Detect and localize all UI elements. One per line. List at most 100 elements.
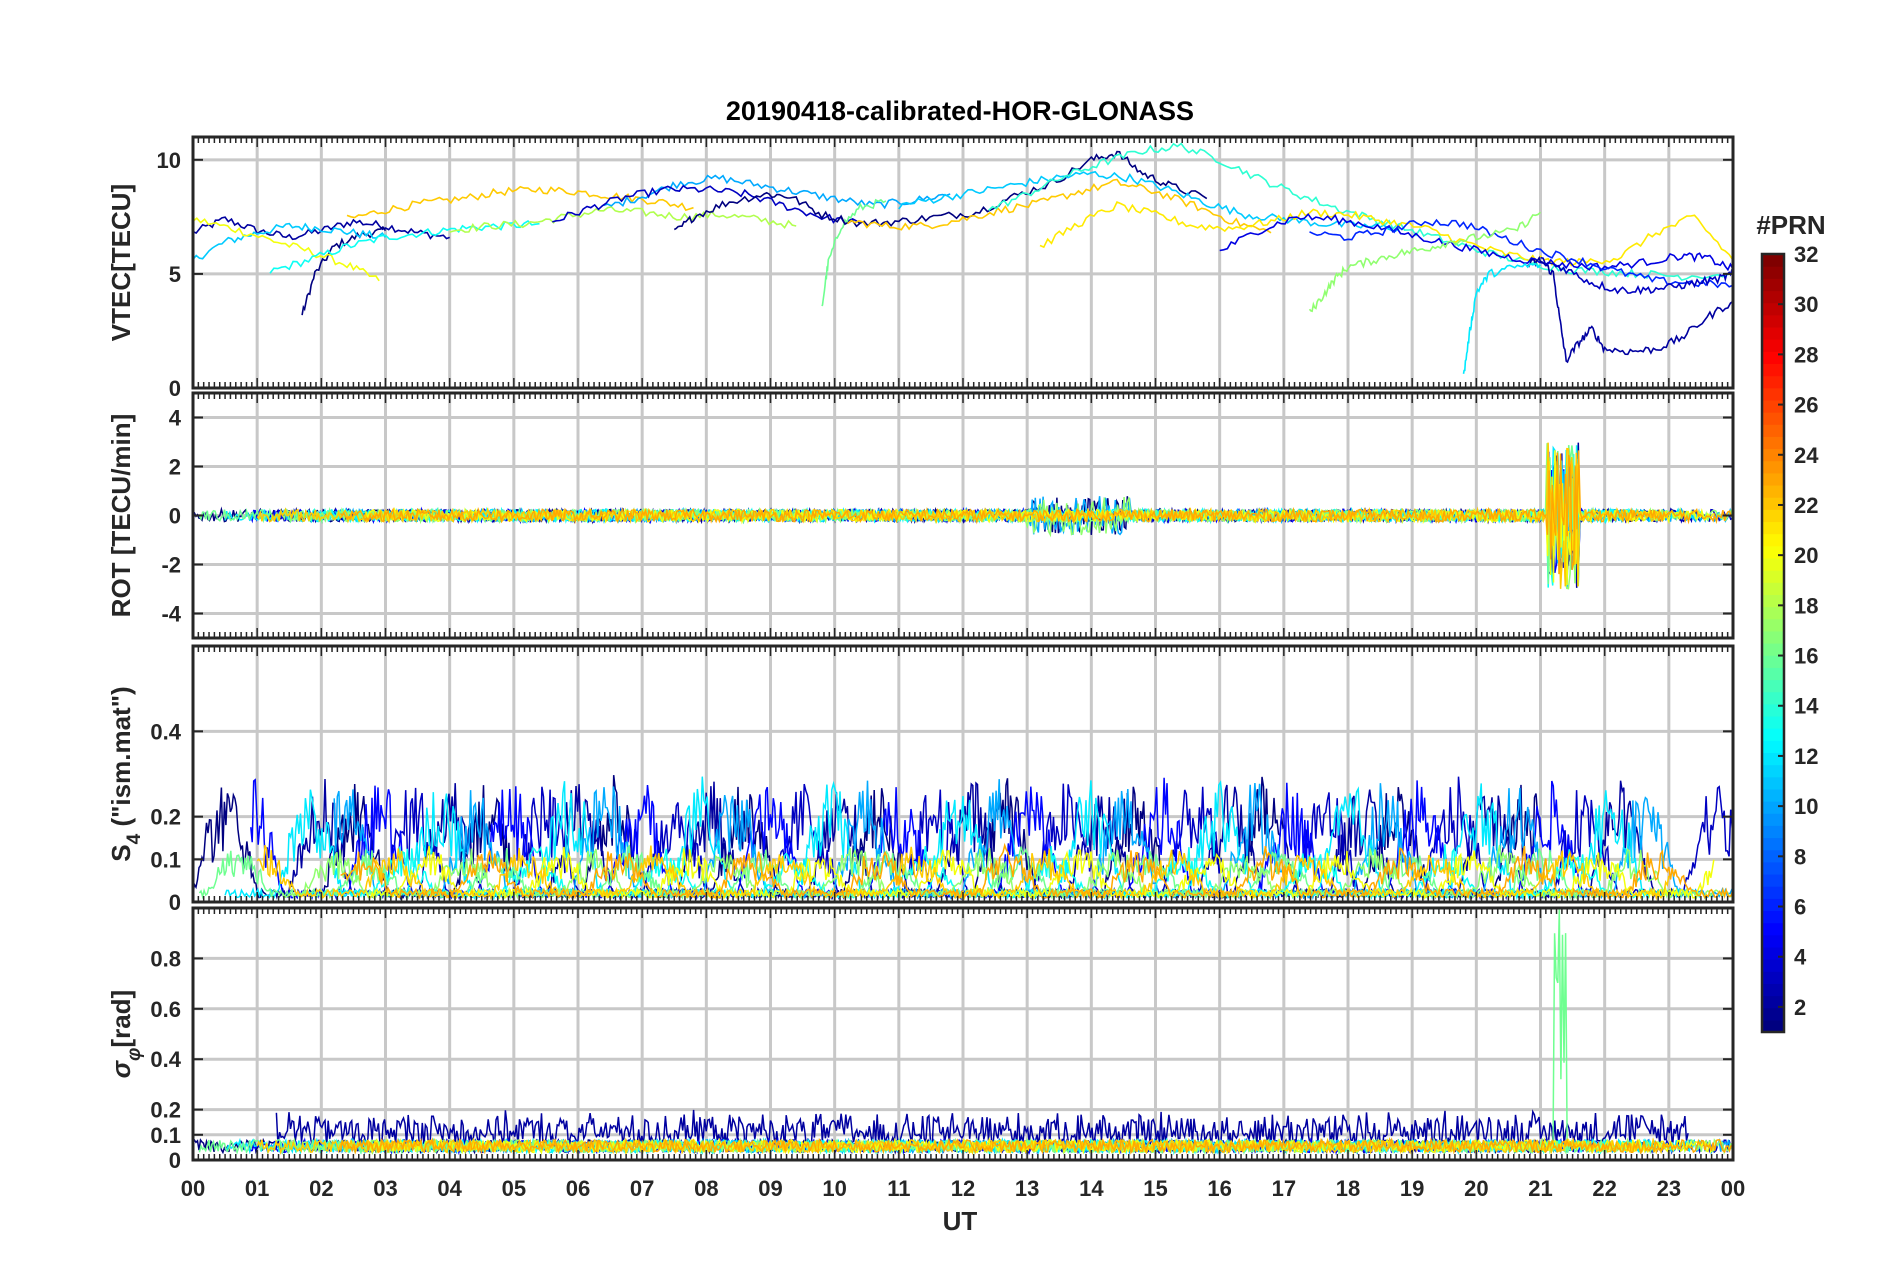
colorbar-segment	[1762, 399, 1784, 413]
colorbar-tick-label: 6	[1794, 895, 1806, 920]
colorbar-segment	[1762, 314, 1784, 328]
colorbar-segment	[1762, 825, 1784, 839]
colorbar-segment	[1762, 339, 1784, 352]
colorbar-segment	[1762, 484, 1784, 498]
colorbar-segment	[1762, 460, 1784, 474]
x-tick-label: 11	[887, 1176, 910, 1201]
y-axis-label-main: σ	[106, 1059, 136, 1078]
y-tick-label: 0	[169, 504, 181, 529]
colorbar-segment	[1762, 375, 1784, 389]
colorbar-segment	[1762, 278, 1784, 292]
colorbar-segment	[1762, 922, 1784, 936]
colorbar-segment	[1762, 667, 1784, 681]
y-tick-label: 0.4	[150, 719, 181, 744]
y-tick-label: 0	[169, 890, 181, 915]
colorbar-segment	[1762, 788, 1784, 802]
colorbar-segment	[1762, 557, 1784, 571]
colorbar-segment	[1762, 861, 1784, 875]
y-tick-label: -4	[161, 602, 181, 627]
y-axis-label-rest: [rad]	[106, 990, 136, 1048]
x-tick-label: 09	[758, 1176, 782, 1201]
y-axis-label-sub: φ	[124, 1048, 145, 1061]
y-tick-label: 10	[157, 148, 181, 173]
colorbar-segment	[1762, 363, 1784, 377]
colorbar-tick-label: 24	[1794, 443, 1819, 468]
colorbar-segment	[1762, 691, 1784, 705]
x-tick-label: 04	[437, 1176, 462, 1201]
chart-title: 20190418-calibrated-HOR-GLONASS	[726, 96, 1194, 126]
y-axis-label-main: S	[106, 844, 136, 861]
colorbar-segment	[1762, 424, 1784, 437]
colorbar-tick-label: 4	[1794, 945, 1807, 970]
y-tick-label: 0.1	[150, 1123, 181, 1148]
y-tick-label: 0.1	[150, 847, 181, 872]
colorbar-segment	[1762, 959, 1784, 972]
colorbar-segment	[1762, 740, 1784, 754]
colorbar-segment	[1762, 776, 1784, 790]
colorbar-tick-label: 30	[1794, 292, 1818, 317]
colorbar-tick-label: 18	[1794, 593, 1818, 618]
y-tick-label: 0	[169, 1148, 181, 1173]
y-tick-label: -2	[161, 553, 181, 578]
x-tick-label: 13	[1015, 1176, 1039, 1201]
colorbar-tick-label: 10	[1794, 794, 1818, 819]
colorbar-segment	[1762, 1019, 1784, 1033]
x-tick-label: 02	[309, 1176, 333, 1201]
colorbar-segment	[1762, 910, 1784, 924]
colorbar-segment	[1762, 630, 1784, 644]
colorbar-segment	[1762, 326, 1784, 340]
colorbar-segment	[1762, 801, 1784, 814]
x-tick-label: 12	[951, 1176, 975, 1201]
y-tick-label: 0.2	[150, 805, 181, 830]
y-tick-label: 0	[169, 376, 181, 401]
colorbar-tick-label: 16	[1794, 644, 1818, 669]
y-axis-label-sub: 4	[124, 833, 145, 844]
colorbar-title: #PRN	[1756, 210, 1825, 240]
colorbar-segment	[1762, 436, 1784, 450]
x-axis-label: UT	[943, 1206, 978, 1236]
colorbar-tick-label: 12	[1794, 744, 1818, 769]
colorbar-segment	[1762, 533, 1784, 547]
y-tick-label: 0.4	[150, 1047, 181, 1072]
colorbar-segment	[1762, 412, 1784, 425]
x-tick-label: 23	[1657, 1176, 1681, 1201]
colorbar-segment	[1762, 873, 1784, 887]
colorbar-segment	[1762, 898, 1784, 912]
x-tick-label: 03	[373, 1176, 397, 1201]
y-tick-label: 4	[169, 406, 182, 431]
figure-background	[0, 0, 1902, 1272]
colorbar-segment	[1762, 290, 1784, 304]
colorbar-tick-label: 8	[1794, 844, 1806, 869]
x-tick-label: 06	[566, 1176, 590, 1201]
colorbar-segment	[1762, 1007, 1784, 1021]
colorbar-segment	[1762, 934, 1784, 948]
colorbar-segment	[1762, 643, 1784, 656]
colorbar-segment	[1762, 752, 1784, 766]
colorbar-tick-label: 28	[1794, 342, 1818, 367]
x-tick-label: 08	[694, 1176, 718, 1201]
y-tick-label: 5	[169, 262, 181, 287]
x-tick-label: 20	[1464, 1176, 1488, 1201]
colorbar-segment	[1762, 606, 1784, 620]
x-tick-label: 18	[1336, 1176, 1360, 1201]
colorbar-segment	[1762, 497, 1784, 510]
y-axis-label-rest: ("ism.mat")	[106, 686, 136, 833]
colorbar-segment	[1762, 813, 1784, 826]
colorbar-segment	[1762, 886, 1784, 899]
colorbar-tick-label: 20	[1794, 543, 1818, 568]
x-tick-label: 14	[1079, 1176, 1104, 1201]
colorbar-segment	[1762, 837, 1784, 851]
colorbar-segment	[1762, 351, 1784, 365]
colorbar-segment	[1762, 387, 1784, 401]
colorbar-segment	[1762, 679, 1784, 693]
x-tick-label: 00	[1721, 1176, 1745, 1201]
colorbar-segment	[1762, 715, 1784, 729]
x-tick-label: 10	[822, 1176, 846, 1201]
x-tick-label: 22	[1592, 1176, 1616, 1201]
x-tick-label: 15	[1143, 1176, 1167, 1201]
colorbar-segment	[1762, 582, 1784, 595]
colorbar-segment	[1762, 971, 1784, 984]
y-tick-label: 2	[169, 455, 181, 480]
colorbar-segment	[1762, 618, 1784, 632]
colorbar-tick-label: 26	[1794, 393, 1818, 418]
